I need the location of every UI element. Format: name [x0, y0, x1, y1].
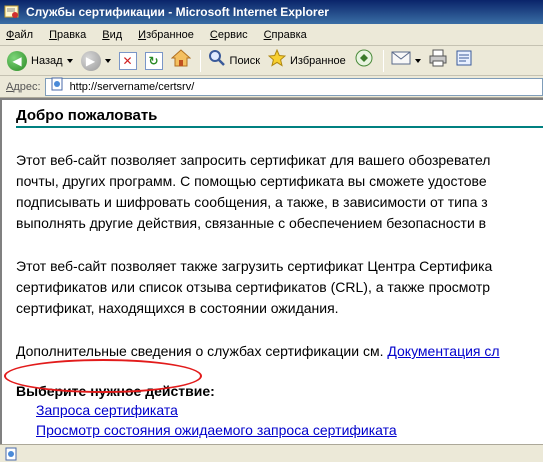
menu-view[interactable]: Вид	[102, 29, 122, 41]
refresh-icon: ↻	[144, 51, 163, 70]
toolbar-separator	[382, 49, 384, 72]
print-button[interactable]	[426, 49, 450, 73]
status-bar	[0, 444, 543, 462]
menu-view-accel: В	[102, 28, 110, 41]
intro-line: почты, других программ. С помощью сертиф…	[16, 173, 487, 189]
forward-button[interactable]: ▶	[78, 49, 114, 73]
menu-favorites[interactable]: Избранное	[138, 29, 194, 41]
menu-edit-accel: П	[49, 28, 57, 41]
forward-dropdown-icon[interactable]	[104, 58, 111, 63]
menu-file[interactable]: Файл	[6, 29, 33, 41]
address-url: http://servername/certsrv/	[69, 80, 195, 93]
certificate-app-icon	[4, 4, 20, 20]
intro-line: выполнять другие действия, связанные с о…	[16, 215, 487, 231]
page-title: Добро пожаловать	[16, 106, 158, 124]
star-icon	[267, 48, 287, 72]
mail-icon	[391, 50, 411, 71]
forward-arrow-icon: ▶	[80, 50, 101, 71]
docs-text: Дополнительные сведения о службах сертиф…	[16, 343, 388, 359]
menu-favorites-label: збранное	[146, 28, 194, 41]
page-body: Добро пожаловать Этот веб-сайт позволяет…	[16, 104, 543, 460]
menu-edit-label: равка	[56, 28, 87, 41]
menu-favorites-accel: И	[138, 28, 147, 41]
media-button[interactable]	[351, 49, 377, 73]
back-button-label: Назад	[31, 54, 63, 67]
menu-help-label: правка	[271, 28, 307, 41]
menu-bar: Файл Правка Вид Избранное Сервис Справка	[0, 24, 543, 46]
menu-tools[interactable]: Сервис	[210, 29, 248, 41]
ca-line: Этот веб-сайт позволяет также загрузить …	[16, 258, 493, 274]
menu-file-label: айл	[14, 28, 34, 41]
page-icon	[50, 77, 64, 96]
menu-edit[interactable]: Правка	[49, 29, 86, 41]
heading-bar: Добро пожаловать	[16, 104, 543, 128]
media-icon	[354, 48, 374, 73]
menu-help[interactable]: Справка	[264, 29, 307, 41]
ca-line: сертификатов или список отзыва сертифика…	[16, 279, 491, 295]
browser-content[interactable]: Добро пожаловать Этот веб-сайт позволяет…	[0, 98, 543, 458]
search-button-label: Поиск	[229, 54, 261, 67]
address-input[interactable]: http://servername/certsrv/	[44, 77, 543, 96]
favorites-button[interactable]: Избранное	[265, 48, 349, 73]
documentation-link[interactable]: Документация сл	[387, 343, 499, 359]
stop-icon: ✕	[118, 51, 137, 70]
address-label-text: дрес:	[13, 80, 41, 93]
edit-button[interactable]	[452, 49, 476, 73]
highlight-annotation	[4, 359, 202, 393]
search-button[interactable]: Поиск	[205, 49, 263, 73]
window-title: Службы сертификации - Microsoft Internet…	[26, 5, 329, 19]
edit-page-icon	[455, 49, 473, 72]
ca-paragraph: Этот веб-сайт позволяет также загрузить …	[16, 256, 543, 319]
pending-request-status-link[interactable]: Просмотр состояния ожидаемого запроса се…	[36, 420, 543, 440]
toolbar-separator	[199, 49, 201, 72]
back-dropdown-icon[interactable]	[66, 58, 73, 63]
window-title-bar[interactable]: Службы сертификации - Microsoft Internet…	[0, 0, 543, 24]
menu-tools-label: ервис	[217, 28, 248, 41]
search-icon	[208, 49, 226, 72]
home-button[interactable]	[168, 49, 194, 73]
menu-view-label: ид	[109, 28, 123, 41]
request-certificate-link[interactable]: Запроса сертификата	[36, 400, 543, 420]
standard-toolbar: ◀ Назад ▶ ✕ ↻ Поиск Избранное	[0, 46, 543, 76]
menu-help-accel: С	[263, 28, 272, 41]
home-icon	[170, 49, 191, 72]
mail-button[interactable]	[388, 49, 424, 73]
favorites-button-label: Избранное	[290, 54, 346, 67]
stop-button[interactable]: ✕	[116, 49, 140, 73]
status-page-icon	[4, 447, 18, 461]
address-bar: Адрес: http://servername/certsrv/	[0, 76, 543, 98]
mail-dropdown-icon[interactable]	[414, 58, 421, 63]
back-button[interactable]: ◀ Назад	[4, 49, 76, 73]
refresh-button[interactable]: ↻	[142, 49, 166, 73]
print-icon	[429, 49, 447, 72]
address-label: Адрес:	[6, 81, 41, 93]
intro-line: Этот веб-сайт позволяет запросить сертиф…	[16, 152, 491, 168]
intro-line: подписывать и шифровать сообщения, а так…	[16, 194, 488, 210]
menu-tools-accel: С	[209, 28, 218, 41]
ca-line: сертификат, находящихся в состоянии ожид…	[16, 300, 339, 316]
intro-paragraph: Этот веб-сайт позволяет запросить сертиф…	[16, 150, 543, 234]
back-arrow-icon: ◀	[7, 50, 27, 71]
